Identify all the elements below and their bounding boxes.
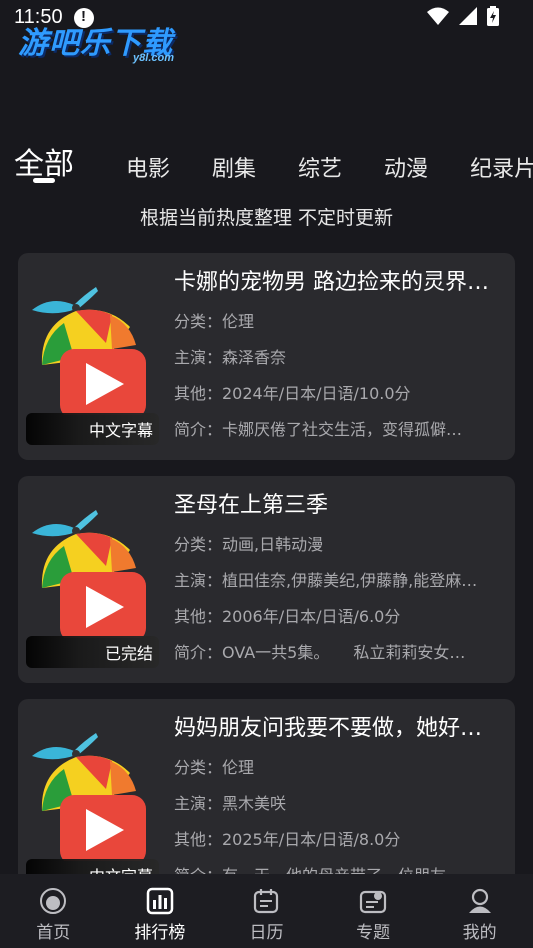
poster-badge: 已完结 bbox=[26, 636, 159, 668]
tab-series[interactable]: 剧集 bbox=[212, 151, 256, 183]
poster: 中文字幕 bbox=[26, 711, 159, 891]
tab-all[interactable]: 全部 bbox=[14, 139, 74, 183]
active-tab-indicator bbox=[33, 178, 55, 183]
nav-label: 排行榜 bbox=[134, 923, 186, 943]
nav-profile[interactable]: 我的 bbox=[430, 874, 530, 948]
tab-movie[interactable]: 电影 bbox=[126, 151, 170, 183]
home-icon bbox=[40, 888, 67, 914]
system-icons bbox=[427, 6, 499, 26]
wifi-icon bbox=[427, 7, 449, 25]
nav-label: 日历 bbox=[249, 923, 284, 943]
item-category: 分类：伦理 bbox=[174, 312, 255, 331]
category-tabs: 全部 电影 剧集 综艺 动漫 纪录片 bbox=[14, 133, 533, 183]
item-category: 分类：动画,日韩动漫 bbox=[174, 535, 324, 554]
poster: 中文字幕 bbox=[26, 265, 159, 445]
item-cast: 主演：黑木美咲 bbox=[174, 794, 287, 813]
nav-label: 专题 bbox=[356, 923, 391, 943]
item-other: 其他：2024年/日本/日语/10.0分 bbox=[174, 384, 411, 403]
list-item[interactable]: 已完结 圣母在上第三季 分类：动画,日韩动漫 主演：植田佳奈,伊藤美纪,伊藤静,… bbox=[18, 476, 515, 683]
propeller-play-icon bbox=[32, 510, 146, 642]
item-summary: 简介：OVA一共5集。 私立莉莉安女… bbox=[174, 643, 466, 662]
topic-icon bbox=[359, 890, 387, 914]
calendar-icon bbox=[254, 889, 279, 914]
app-logo: 游吧乐下载 y8l.com bbox=[18, 18, 188, 68]
item-category: 分类：伦理 bbox=[174, 758, 255, 777]
propeller-play-icon bbox=[32, 287, 146, 419]
tab-variety[interactable]: 综艺 bbox=[298, 151, 342, 183]
nav-topic[interactable]: 专题 bbox=[323, 874, 423, 948]
item-summary: 简介：卡娜厌倦了社交生活，变得孤僻… bbox=[174, 420, 463, 439]
list-item[interactable]: 中文字幕 卡娜的宠物男 路边捡来的灵界… 分类：伦理 主演：森泽香奈 其他：20… bbox=[18, 253, 515, 460]
nav-label: 首页 bbox=[36, 923, 71, 943]
battery-icon bbox=[487, 6, 499, 26]
tab-documentary[interactable]: 纪录片 bbox=[470, 151, 533, 183]
nav-label: 我的 bbox=[462, 923, 497, 943]
logo-domain: y8l.com bbox=[133, 52, 174, 64]
ranking-icon bbox=[146, 887, 174, 915]
item-cast: 主演：植田佳奈,伊藤美纪,伊藤静,能登麻… bbox=[174, 571, 478, 590]
nav-home[interactable]: 首页 bbox=[3, 874, 103, 948]
item-other: 其他：2025年/日本/日语/8.0分 bbox=[174, 830, 401, 849]
profile-icon bbox=[468, 888, 491, 913]
ranking-subtitle: 根据当前热度整理 不定时更新 bbox=[139, 207, 394, 229]
item-other: 其他：2006年/日本/日语/6.0分 bbox=[174, 607, 401, 626]
poster: 已完结 bbox=[26, 488, 159, 668]
item-cast: 主演：森泽香奈 bbox=[174, 348, 287, 367]
nav-calendar[interactable]: 日历 bbox=[216, 874, 316, 948]
nav-ranking[interactable]: 排行榜 bbox=[110, 874, 210, 948]
signal-icon bbox=[459, 7, 477, 25]
item-title[interactable]: 圣母在上第三季 bbox=[174, 490, 509, 522]
tab-anime[interactable]: 动漫 bbox=[384, 151, 428, 183]
bottom-nav: 首页 排行榜 日历 专题 我的 bbox=[0, 874, 533, 948]
item-title[interactable]: 卡娜的宠物男 路边捡来的灵界… bbox=[174, 267, 509, 299]
propeller-play-icon bbox=[32, 733, 146, 865]
item-title[interactable]: 妈妈朋友问我要不要做，她好… bbox=[174, 713, 509, 745]
poster-badge: 中文字幕 bbox=[26, 413, 159, 445]
